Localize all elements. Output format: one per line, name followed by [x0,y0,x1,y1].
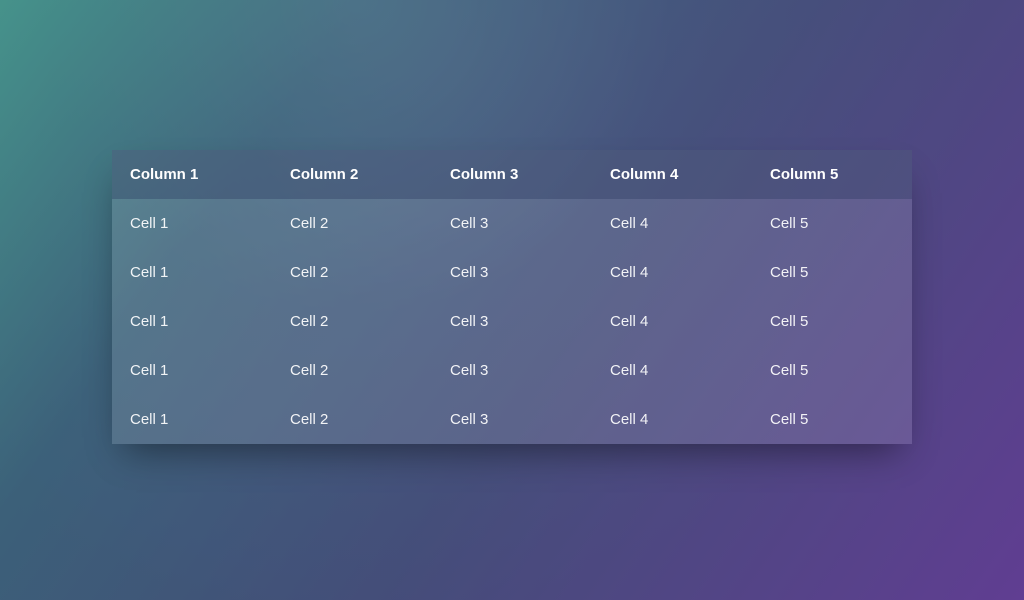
table-row: Cell 1 Cell 2 Cell 3 Cell 4 Cell 5 [112,346,912,395]
table-row: Cell 1 Cell 2 Cell 3 Cell 4 Cell 5 [112,395,912,444]
table-cell: Cell 2 [272,248,432,297]
table-cell: Cell 5 [752,346,912,395]
table-cell: Cell 5 [752,297,912,346]
table-cell: Cell 1 [112,297,272,346]
table-row: Cell 1 Cell 2 Cell 3 Cell 4 Cell 5 [112,199,912,248]
table-cell: Cell 2 [272,199,432,248]
table-cell: Cell 2 [272,395,432,444]
table-cell: Cell 2 [272,346,432,395]
table-cell: Cell 4 [592,395,752,444]
column-header: Column 1 [112,150,272,199]
table-row: Cell 1 Cell 2 Cell 3 Cell 4 Cell 5 [112,297,912,346]
table-cell: Cell 3 [432,346,592,395]
column-header: Column 4 [592,150,752,199]
table-cell: Cell 1 [112,346,272,395]
column-header: Column 2 [272,150,432,199]
table-cell: Cell 2 [272,297,432,346]
table-row: Cell 1 Cell 2 Cell 3 Cell 4 Cell 5 [112,248,912,297]
table-cell: Cell 1 [112,248,272,297]
table-header-row: Column 1 Column 2 Column 3 Column 4 Colu… [112,150,912,199]
table-cell: Cell 5 [752,395,912,444]
column-header: Column 3 [432,150,592,199]
table-cell: Cell 1 [112,395,272,444]
data-table: Column 1 Column 2 Column 3 Column 4 Colu… [112,150,912,444]
table-cell: Cell 4 [592,346,752,395]
table-cell: Cell 3 [432,297,592,346]
table-cell: Cell 4 [592,297,752,346]
table-cell: Cell 3 [432,248,592,297]
column-header: Column 5 [752,150,912,199]
table-cell: Cell 4 [592,199,752,248]
table-cell: Cell 5 [752,248,912,297]
table-cell: Cell 5 [752,199,912,248]
table-cell: Cell 4 [592,248,752,297]
table-cell: Cell 3 [432,395,592,444]
table-cell: Cell 3 [432,199,592,248]
table-cell: Cell 1 [112,199,272,248]
